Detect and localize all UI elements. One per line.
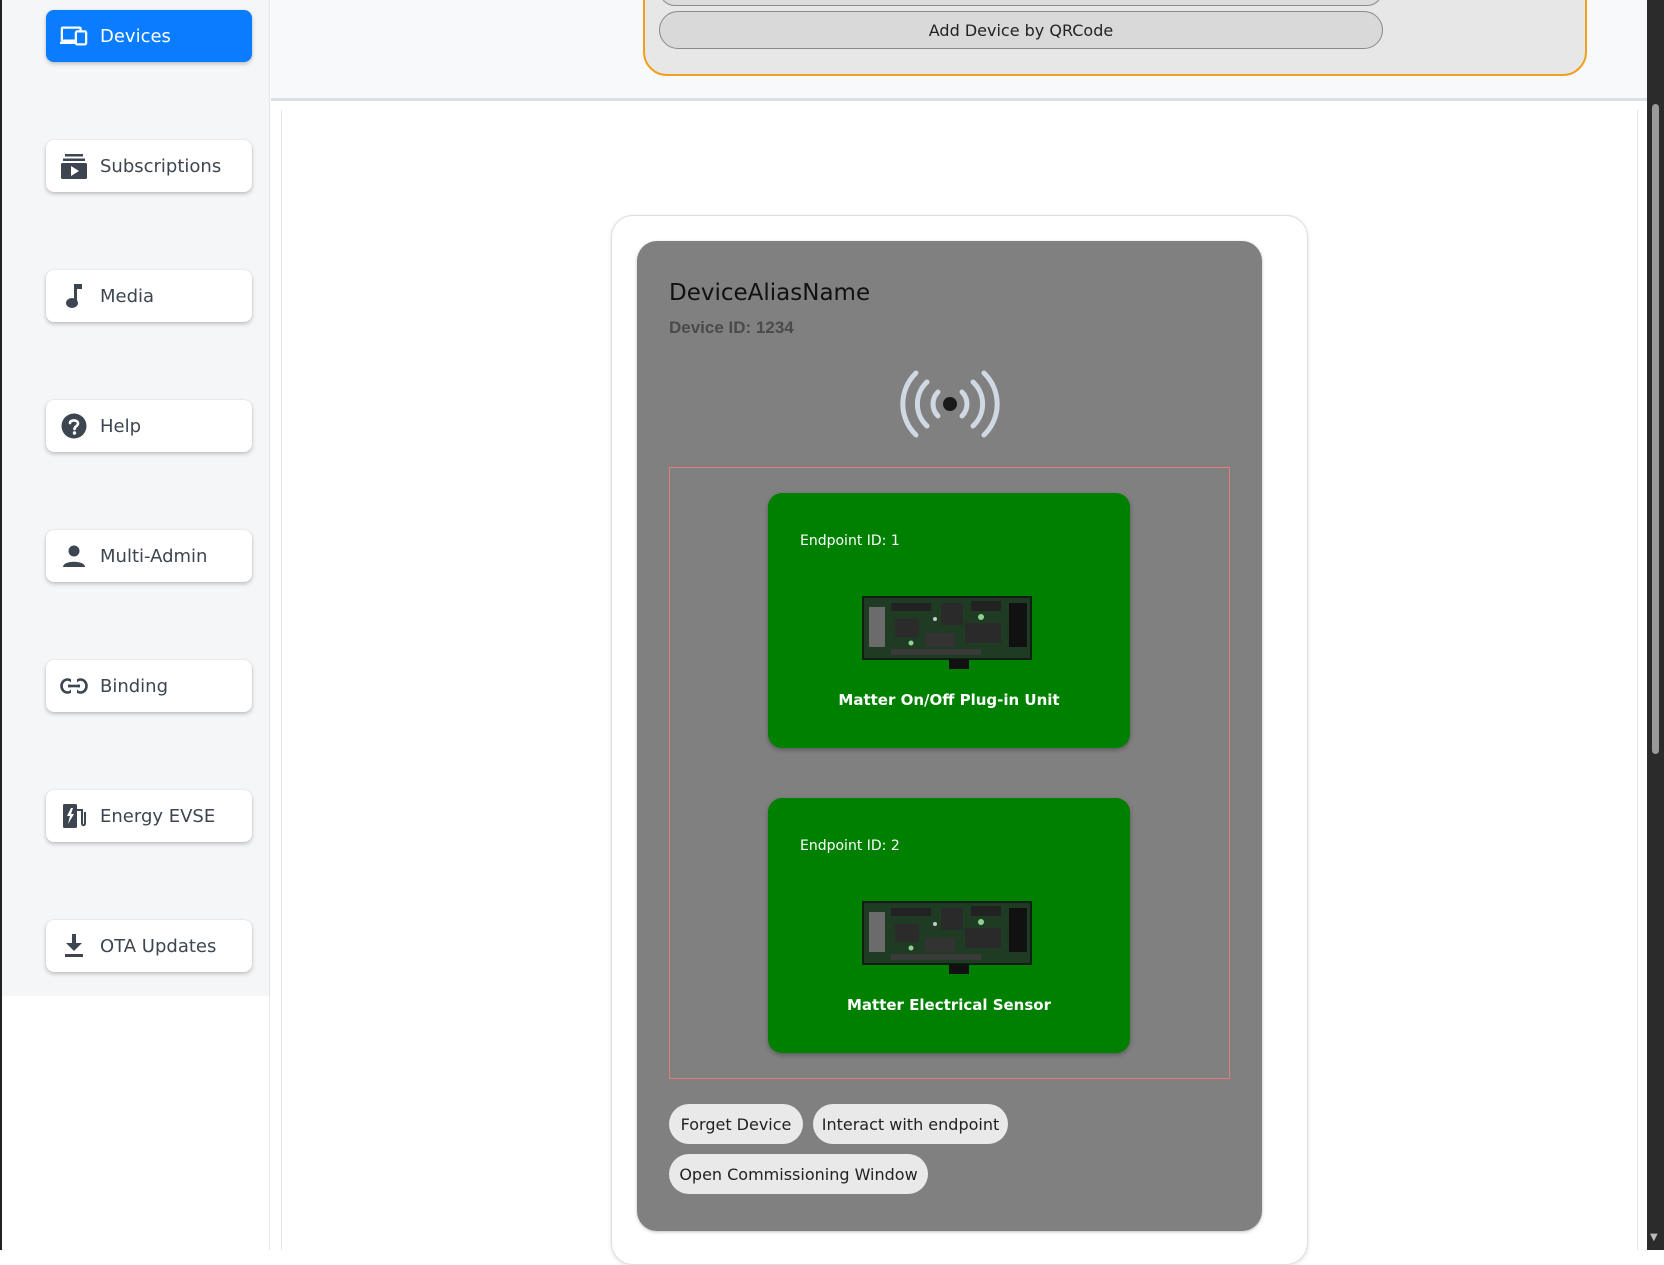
device-id: Device ID: 1234 (669, 318, 794, 337)
circuit-board-image (861, 898, 1033, 978)
sidebar-item-media[interactable]: Media (46, 270, 252, 322)
download-icon (60, 932, 88, 960)
link-icon (60, 672, 88, 700)
endpoint-id: Endpoint ID: 2 (800, 838, 900, 854)
music-note-icon (60, 282, 88, 310)
forget-device-button[interactable]: Forget Device (669, 1104, 803, 1144)
endpoint-name: Matter On/Off Plug-in Unit (838, 691, 1060, 709)
sidebar-item-label: Energy EVSE (100, 805, 216, 827)
sidebar-item-multi-admin[interactable]: Multi-Admin (46, 530, 252, 582)
sidebar-item-energy-evse[interactable]: Energy EVSE (46, 790, 252, 842)
sidebar-item-label: Multi-Admin (100, 545, 208, 567)
sidebar-item-label: Subscriptions (100, 155, 222, 177)
wireless-signal-icon (900, 370, 1000, 440)
sidebar-item-label: OTA Updates (100, 935, 217, 957)
sidebar-item-subscriptions[interactable]: Subscriptions (46, 140, 252, 192)
help-icon (60, 412, 88, 440)
ev-charger-icon (60, 802, 88, 830)
scroll-down-icon[interactable]: ▼ (1650, 1232, 1658, 1243)
sidebar-item-label: Media (100, 285, 155, 307)
interact-endpoint-button[interactable]: Interact with endpoint (813, 1104, 1008, 1144)
circuit-board-image (861, 593, 1033, 673)
open-commissioning-window-button[interactable]: Open Commissioning Window (669, 1154, 928, 1194)
sidebar-item-help[interactable]: Help (46, 400, 252, 452)
endpoint-card-1[interactable]: Endpoint ID: 1 Matter On/Off Plug-in Uni… (768, 493, 1130, 748)
sidebar-item-label: Devices (100, 25, 171, 47)
subscriptions-icon (60, 152, 88, 180)
sidebar-item-binding[interactable]: Binding (46, 660, 252, 712)
add-device-option-button[interactable] (659, 0, 1383, 6)
endpoint-name: Matter Electrical Sensor (846, 996, 1051, 1014)
app-window: Devices Subscriptions Media Help Multi-A (0, 0, 1664, 1265)
endpoint-id: Endpoint ID: 1 (800, 533, 900, 549)
scrollbar-thumb[interactable] (1652, 104, 1659, 754)
devices-icon (60, 22, 88, 50)
sidebar-item-label: Help (100, 415, 142, 437)
sidebar-item-label: Binding (100, 675, 169, 697)
device-alias: DeviceAliasName (669, 280, 871, 306)
sidebar-item-devices[interactable]: Devices (46, 10, 252, 62)
person-icon (60, 542, 88, 570)
sidebar: Devices Subscriptions Media Help Multi-A (2, 0, 270, 996)
sidebar-item-ota-updates[interactable]: OTA Updates (46, 920, 252, 972)
sidebar-footer-area (2, 996, 270, 1250)
endpoint-card-2[interactable]: Endpoint ID: 2 Matter Electrical Sensor (768, 798, 1130, 1053)
add-device-qrcode-button[interactable]: Add Device by QRCode (659, 11, 1383, 49)
